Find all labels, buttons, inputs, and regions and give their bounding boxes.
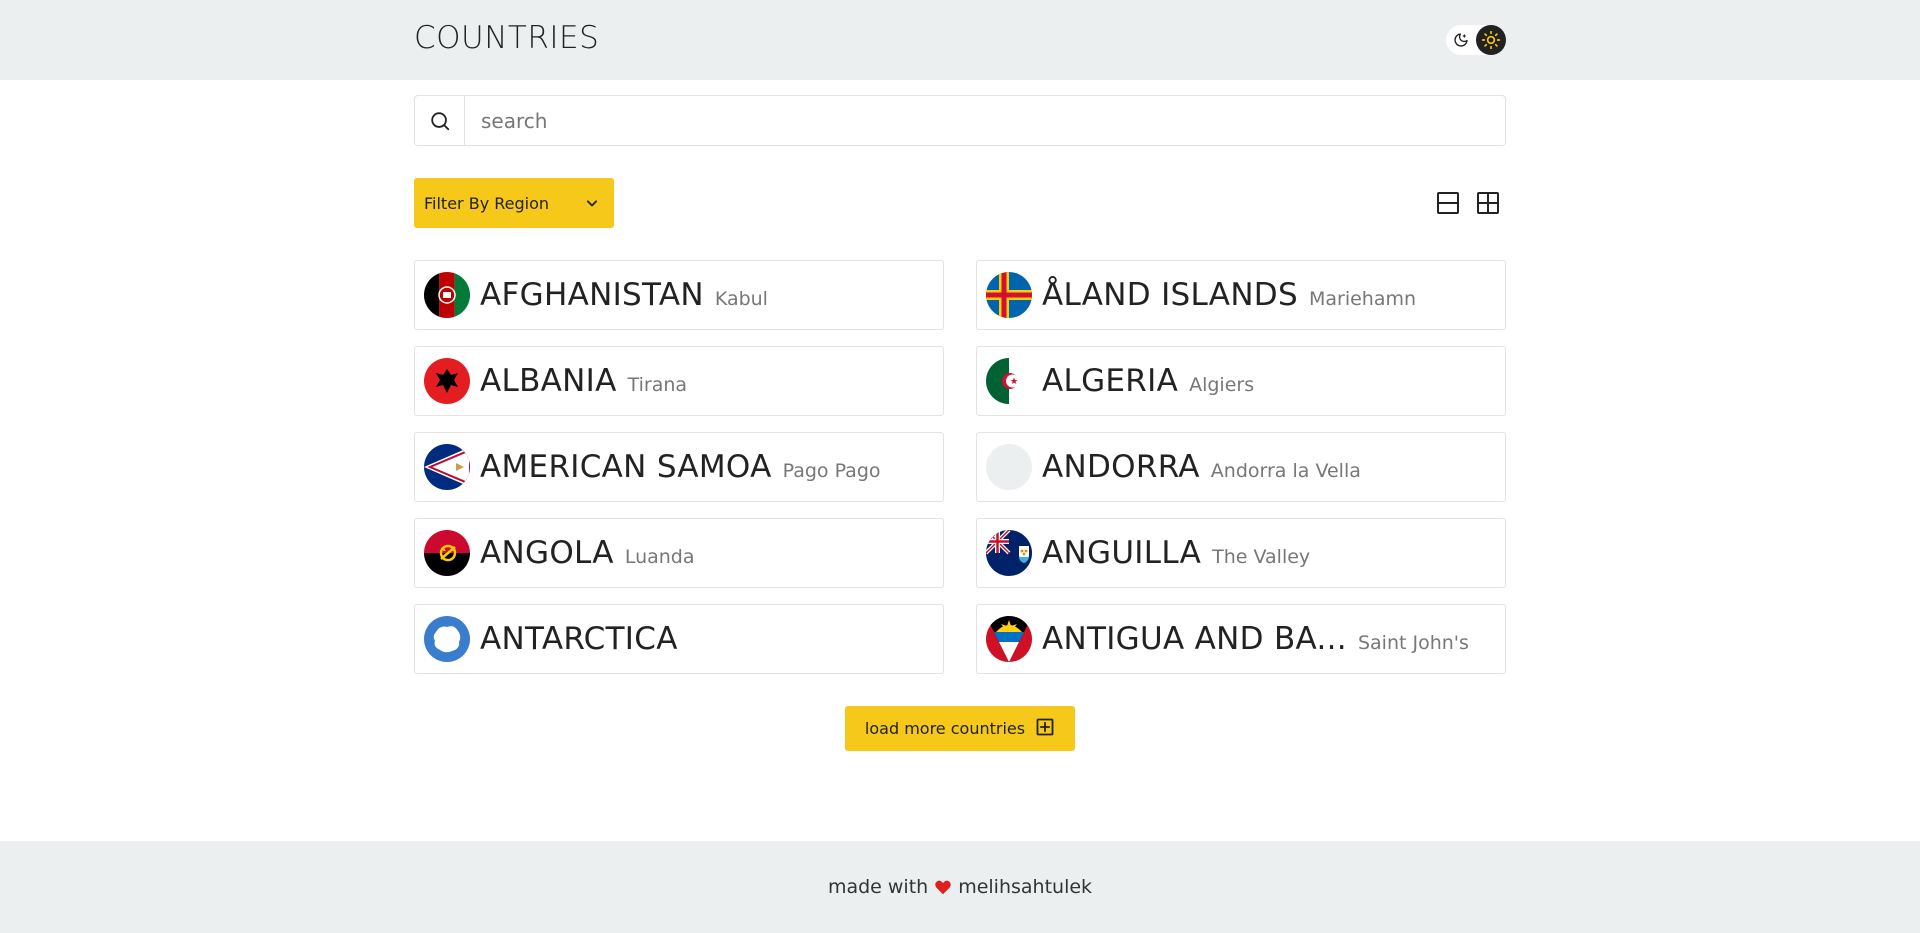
country-capital: Luanda	[624, 546, 695, 568]
country-name: ALBANIA	[480, 363, 617, 399]
antigua-flag-icon	[986, 616, 1032, 662]
footer-prefix: made with	[827, 876, 929, 898]
algeria-flag-icon	[986, 358, 1032, 404]
theme-toggle[interactable]	[1446, 25, 1506, 55]
anguilla-flag-icon	[986, 530, 1032, 576]
country-name: ANDORRA	[1042, 449, 1200, 485]
country-name: ÅLAND ISLANDS	[1042, 277, 1298, 313]
country-name: AFGHANISTAN	[480, 277, 704, 313]
country-card[interactable]: ÅLAND ISLANDS Mariehamn	[976, 260, 1506, 330]
country-capital: Andorra la Vella	[1210, 460, 1361, 482]
list-view-icon[interactable]	[1436, 191, 1460, 215]
angola-flag-icon	[424, 530, 470, 576]
header: COUNTRIES	[0, 0, 1920, 80]
plus-square-icon	[1035, 717, 1055, 741]
country-name: ANTIGUA AND BA...	[1042, 621, 1347, 657]
country-capital: Tirana	[627, 374, 688, 396]
search-input[interactable]	[466, 96, 1504, 145]
country-card[interactable]: ANTARCTICA	[414, 604, 944, 674]
chevron-down-icon	[582, 193, 602, 213]
country-capital: Mariehamn	[1308, 288, 1417, 310]
load-more-button[interactable]: load more countries	[845, 706, 1075, 751]
country-card[interactable]: ANTIGUA AND BA... Saint John's	[976, 604, 1506, 674]
country-name: AMERICAN SAMOA	[480, 449, 772, 485]
search-icon[interactable]	[415, 96, 465, 145]
afghanistan-flag-icon	[424, 272, 470, 318]
country-card[interactable]: ANGOLA Luanda	[414, 518, 944, 588]
heart-icon	[934, 879, 952, 895]
country-capital: Algiers	[1189, 374, 1255, 396]
search-bar	[414, 95, 1506, 146]
albania-flag-icon	[424, 358, 470, 404]
country-capital: Kabul	[714, 288, 768, 310]
grid-view-icon[interactable]	[1476, 191, 1500, 215]
filter-by-region-dropdown[interactable]: Filter By Region	[414, 178, 614, 228]
filter-label: Filter By Region	[424, 193, 550, 213]
footer: made with melihsahtulek	[0, 841, 1920, 933]
country-capital: The Valley	[1212, 546, 1311, 568]
american-samoa-flag-icon	[424, 444, 470, 490]
moon-icon[interactable]	[1449, 28, 1473, 52]
country-name: ANTARCTICA	[480, 621, 678, 657]
aland-flag-icon	[986, 272, 1032, 318]
country-card[interactable]: ALGERIA Algiers	[976, 346, 1506, 416]
country-capital: Pago Pago	[782, 460, 881, 482]
country-capital: Saint John's	[1357, 632, 1469, 654]
footer-author-link[interactable]: melihsahtulek	[958, 876, 1092, 898]
country-card[interactable]: ANGUILLA The Valley	[976, 518, 1506, 588]
country-card[interactable]: AMERICAN SAMOA Pago Pago	[414, 432, 944, 502]
page-title: COUNTRIES	[414, 20, 600, 56]
sun-icon[interactable]	[1476, 25, 1506, 55]
antarctica-flag-icon	[424, 616, 470, 662]
load-more-label: load more countries	[864, 719, 1026, 738]
country-name: ALGERIA	[1042, 363, 1179, 399]
country-name: ANGOLA	[480, 535, 614, 571]
country-card[interactable]: ALBANIA Tirana	[414, 346, 944, 416]
country-card[interactable]: ANDORRA Andorra la Vella	[976, 432, 1506, 502]
placeholder-flag-icon	[986, 444, 1032, 490]
country-name: ANGUILLA	[1042, 535, 1202, 571]
country-card[interactable]: AFGHANISTAN Kabul	[414, 260, 944, 330]
